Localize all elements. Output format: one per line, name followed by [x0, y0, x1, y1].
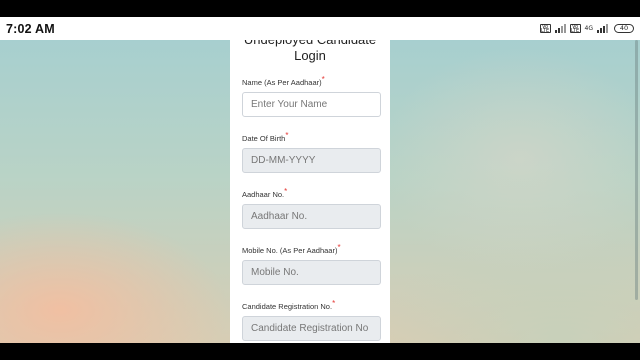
status-bar: 7:02 AM Vo LTE Vo LTE 4G 40: [0, 17, 640, 40]
login-form: Undeployed Candidate Login Name (As Per …: [230, 40, 390, 343]
dob-label-text: Date Of Birth: [242, 134, 286, 143]
dob-input[interactable]: DD-MM-YYYY: [242, 148, 381, 173]
form-title-line2: Login: [294, 48, 326, 63]
registration-label-text: Candidate Registration No.: [242, 302, 333, 311]
scrollbar[interactable]: [635, 40, 638, 300]
aadhaar-label: Aadhaar No.*: [242, 187, 288, 199]
top-letterbox: [0, 0, 640, 17]
registration-placeholder: Candidate Registration No: [251, 323, 369, 334]
mobile-label-text: Mobile No. (As Per Aadhaar): [242, 246, 338, 255]
form-title-line1: Undeployed Candidate: [230, 40, 390, 48]
aadhaar-label-text: Aadhaar No.: [242, 190, 285, 199]
required-marker: *: [284, 187, 288, 196]
required-marker: *: [332, 299, 336, 308]
mobile-label: Mobile No. (As Per Aadhaar)*: [242, 243, 341, 255]
mobile-placeholder: Mobile No.: [251, 267, 299, 278]
volte-icon: Vo LTE: [539, 24, 551, 34]
required-marker: *: [321, 75, 325, 84]
form-title: Undeployed Candidate Login: [230, 40, 390, 64]
name-label-text: Name (As Per Aadhaar): [242, 78, 322, 87]
dob-placeholder: DD-MM-YYYY: [251, 155, 316, 166]
bottom-letterbox: [0, 343, 640, 360]
name-label: Name (As Per Aadhaar)*: [242, 75, 325, 87]
aadhaar-placeholder: Aadhaar No.: [251, 211, 308, 222]
aadhaar-input[interactable]: Aadhaar No.: [242, 204, 381, 229]
clock: 7:02 AM: [6, 21, 55, 36]
signal-icon: [554, 24, 566, 33]
required-marker: *: [285, 131, 289, 140]
name-input[interactable]: Enter Your Name: [242, 92, 381, 117]
mobile-input[interactable]: Mobile No.: [242, 260, 381, 285]
dob-label: Date Of Birth*: [242, 131, 289, 143]
volte-icon: Vo LTE: [569, 24, 581, 34]
required-marker: *: [337, 243, 341, 252]
battery-icon: 40: [614, 24, 634, 33]
status-icons: Vo LTE Vo LTE 4G 40: [539, 24, 634, 34]
signal-icon: [597, 24, 608, 33]
registration-input[interactable]: Candidate Registration No: [242, 316, 381, 341]
name-placeholder: Enter Your Name: [251, 99, 328, 110]
registration-label: Candidate Registration No.*: [242, 299, 336, 311]
network-type: 4G: [584, 24, 593, 32]
